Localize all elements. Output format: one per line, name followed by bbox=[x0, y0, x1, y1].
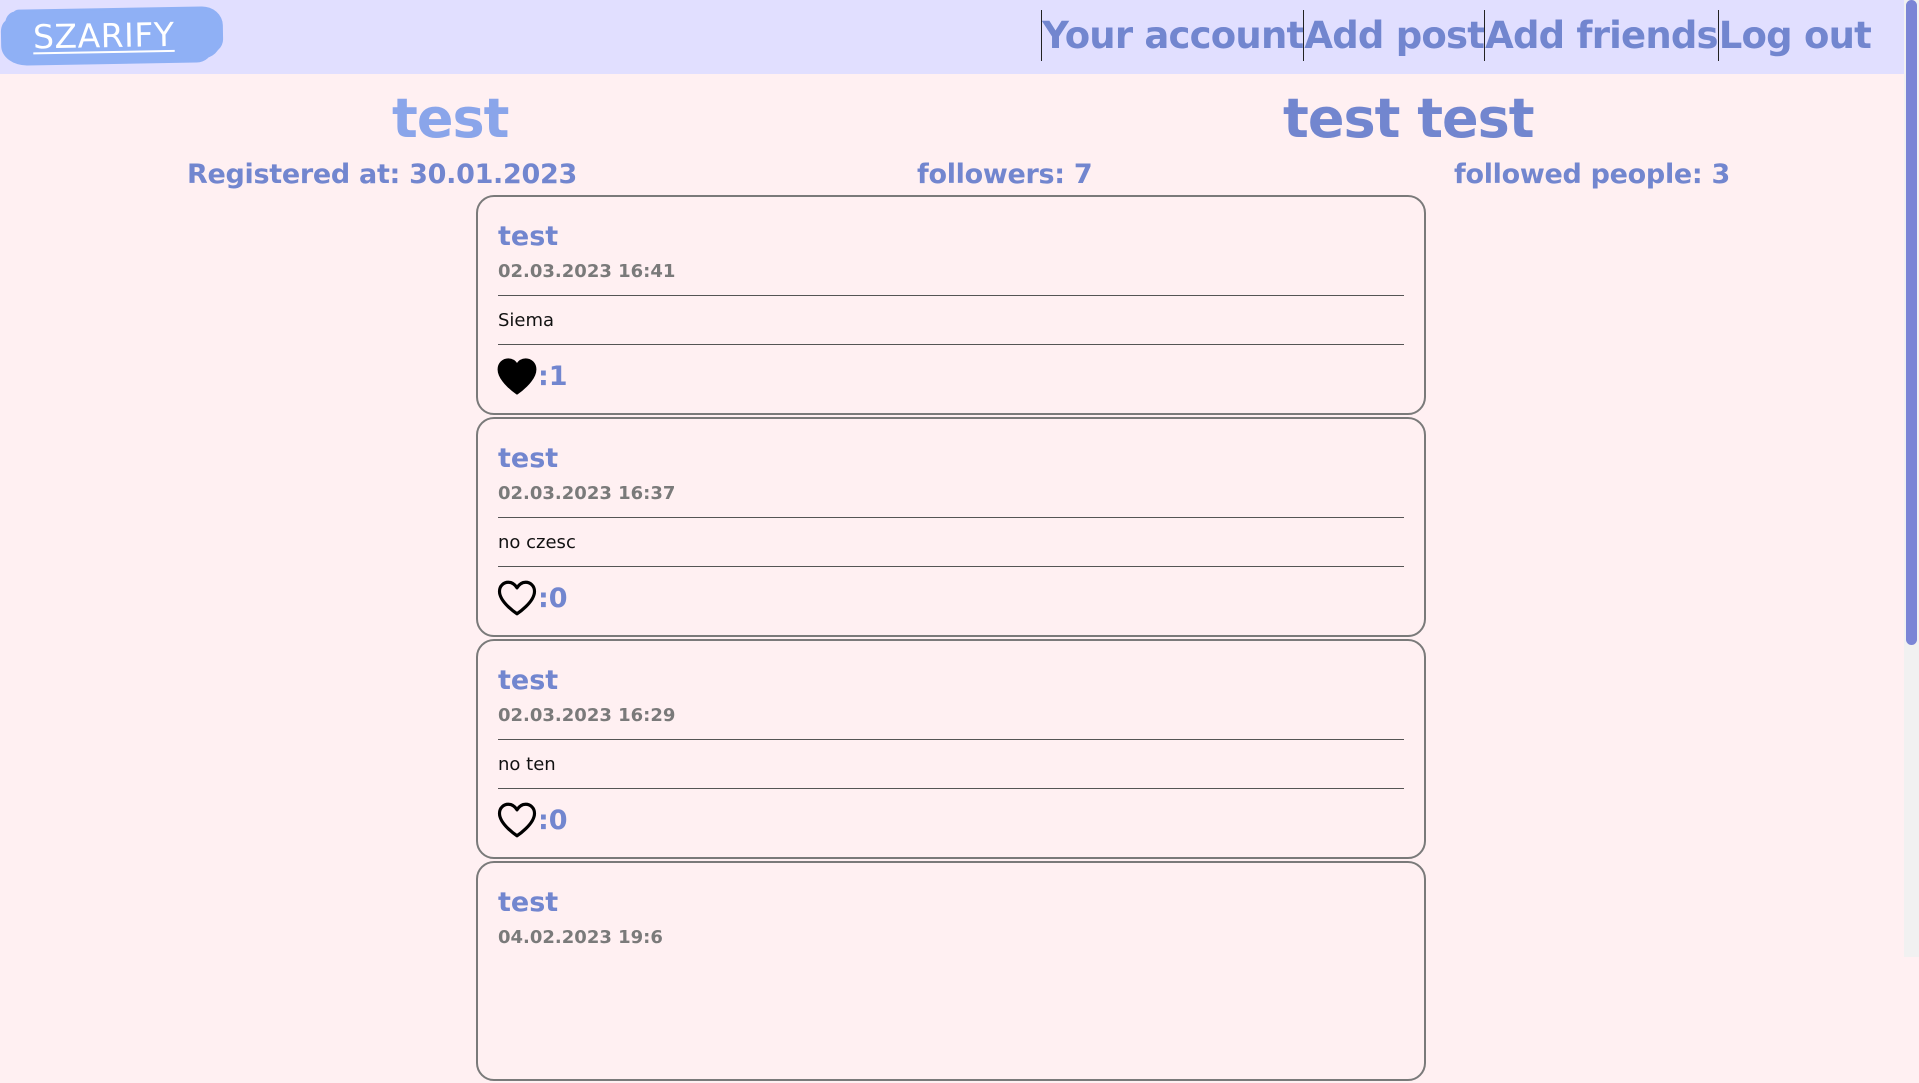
logo[interactable]: SZARIFY bbox=[4, 8, 221, 62]
post-author[interactable]: test bbox=[498, 665, 558, 696]
post-card: test 02.03.2023 16:41 Siema :1 bbox=[476, 195, 1426, 415]
nav-add-post-link[interactable]: Add post bbox=[1303, 10, 1485, 61]
like-count: :0 bbox=[538, 804, 568, 836]
scrollbar-thumb[interactable] bbox=[1906, 0, 1917, 645]
post-date: 02.03.2023 16:37 bbox=[498, 483, 676, 504]
post-list: test 02.03.2023 16:41 Siema :1 test 02.0… bbox=[476, 195, 1426, 1083]
post-date: 04.02.2023 19:6 bbox=[498, 927, 663, 948]
heart-outline-icon[interactable] bbox=[496, 578, 538, 618]
post-date: 02.03.2023 16:41 bbox=[498, 261, 676, 282]
nav-add-friends-link[interactable]: Add friends bbox=[1484, 10, 1719, 61]
followers-count: followers: 7 bbox=[917, 159, 1093, 190]
scrollbar[interactable] bbox=[1904, 0, 1919, 957]
followed-count: followed people: 3 bbox=[1454, 159, 1731, 190]
post-author[interactable]: test bbox=[498, 887, 558, 918]
logo-text[interactable]: SZARIFY bbox=[33, 15, 175, 56]
post-divider bbox=[498, 344, 1404, 345]
post-divider bbox=[498, 295, 1404, 296]
navbar: SZARIFY Your account Add post Add friend… bbox=[0, 0, 1904, 74]
registered-date: Registered at: 30.01.2023 bbox=[187, 159, 577, 190]
post-content: no ten bbox=[498, 754, 556, 775]
post-divider bbox=[498, 566, 1404, 567]
post-likes: :1 bbox=[496, 356, 568, 396]
post-divider bbox=[498, 739, 1404, 740]
nav-log-out-link[interactable]: Log out bbox=[1717, 10, 1872, 61]
nav-links: Your account Add post Add friends Log ou… bbox=[1041, 10, 1872, 61]
profile-username: test bbox=[392, 87, 509, 150]
post-date: 02.03.2023 16:29 bbox=[498, 705, 676, 726]
heart-outline-icon[interactable] bbox=[496, 800, 538, 840]
post-divider bbox=[498, 788, 1404, 789]
post-card: test 04.02.2023 19:6 bbox=[476, 861, 1426, 1081]
post-card: test 02.03.2023 16:29 no ten :0 bbox=[476, 639, 1426, 859]
post-card: test 02.03.2023 16:37 no czesc :0 bbox=[476, 417, 1426, 637]
post-content: no czesc bbox=[498, 532, 576, 553]
post-likes: :0 bbox=[496, 578, 568, 618]
post-author[interactable]: test bbox=[498, 443, 558, 474]
like-count: :1 bbox=[538, 360, 568, 392]
post-divider bbox=[498, 517, 1404, 518]
heart-filled-icon[interactable] bbox=[496, 356, 538, 396]
post-content: Siema bbox=[498, 310, 555, 331]
post-likes: :0 bbox=[496, 800, 568, 840]
post-author[interactable]: test bbox=[498, 221, 558, 252]
like-count: :0 bbox=[538, 582, 568, 614]
nav-your-account-link[interactable]: Your account bbox=[1041, 10, 1304, 61]
profile-full-name: test test bbox=[1283, 87, 1535, 150]
